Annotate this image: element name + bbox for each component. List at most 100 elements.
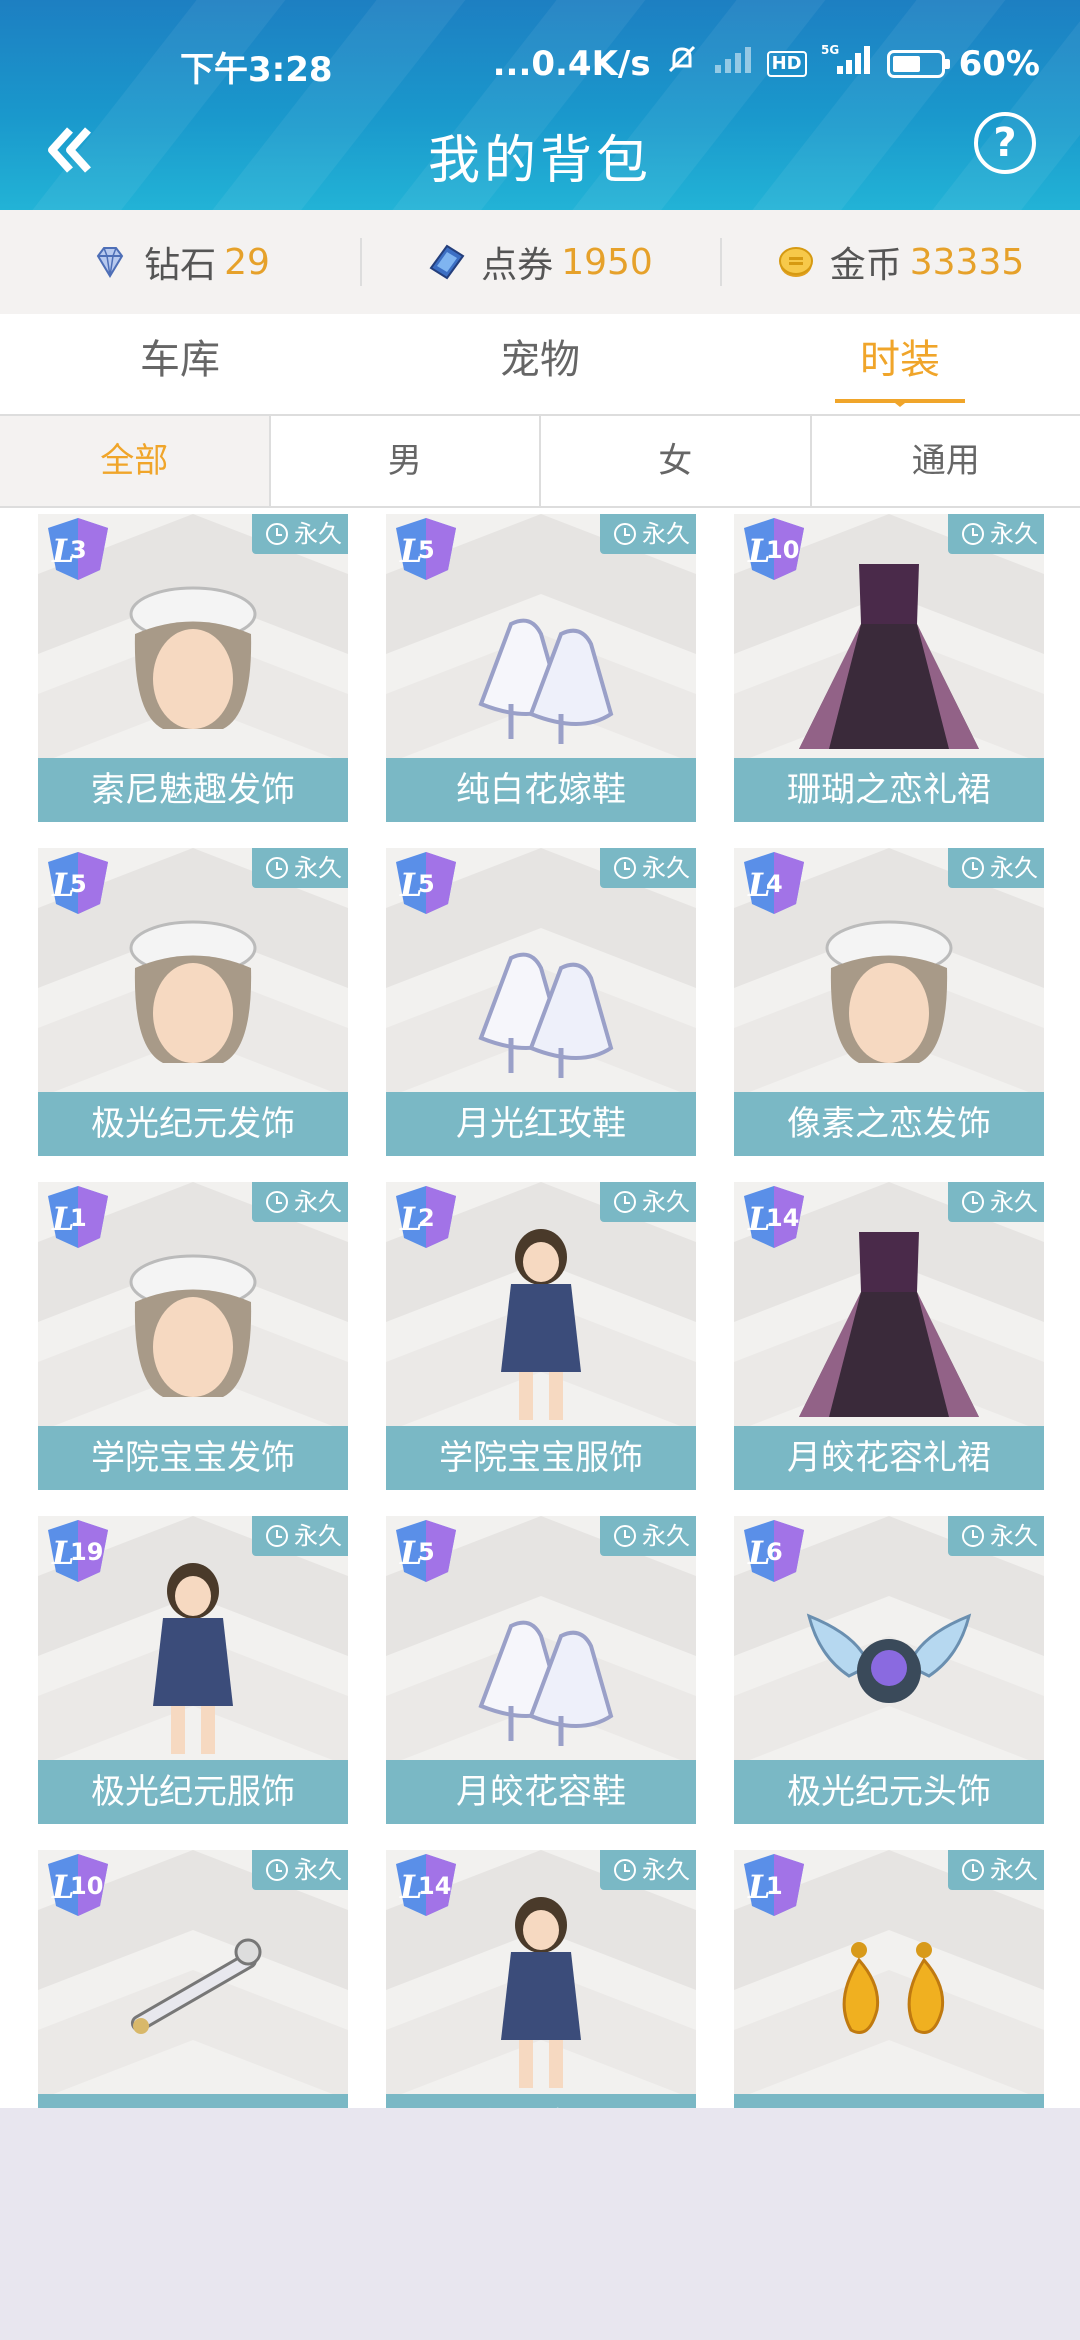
currency-coupon: 点券 1950 [360,210,720,314]
battery-icon [886,49,950,78]
item-name: 极光纪元服饰 [38,1760,348,1824]
item-card[interactable]: L 2 永久 学院宝宝服饰 [386,1182,696,1490]
gold-coin-icon [778,247,813,277]
duration-label: 永久 [990,1188,1038,1216]
network-speed: ...0.4K/s [492,43,651,84]
item-card[interactable]: L 5 永久 纯白花嫁鞋 [386,514,696,822]
item-card[interactable]: L 5 永久 月光红玫鞋 [386,848,696,1156]
clock-icon [614,1191,636,1213]
filter-male[interactable]: 男 [270,416,541,508]
level-number: 5 [418,1538,435,1566]
item-name: 月皎花容礼裙 [734,1426,1044,1490]
shoes-thumbnail [478,952,614,1078]
tab-pets[interactable]: 宠物 [360,314,720,414]
clock-icon [962,1525,984,1547]
duration-badge: 永久 [600,1850,696,1890]
clock-icon [962,1191,984,1213]
item-card[interactable]: L 14 永久 月皎花容礼裙 [734,1182,1044,1490]
category-tabs: 车库 宠物 时装 [0,314,1080,416]
item-name: 极光纪元头饰 [734,1760,1044,1824]
duration-badge: 永久 [948,1516,1044,1556]
gender-filter: 全部 男 女 通用 [0,416,1080,508]
duration-label: 永久 [294,1856,342,1884]
clock-icon [614,857,636,879]
tab-garage[interactable]: 车库 [0,314,360,414]
item-grid-area[interactable]: L 3 永久 索尼魅趣发饰 L 5 永久 纯白花嫁鞋 L 10 永久 珊瑚之恋礼… [0,508,1080,2108]
mute-bell-icon [665,42,699,85]
level-number: 4 [766,870,783,898]
item-card[interactable]: L 14 永久 流金舞宴服饰 [386,1850,696,2108]
status-icons: ...0.4K/s HD 5G 60% [493,42,1040,85]
duration-label: 永久 [642,1188,690,1216]
item-card[interactable]: L 6 永久 极光纪元头饰 [734,1516,1044,1824]
item-name: 学院宝宝服饰 [386,1426,696,1490]
duration-label: 永久 [294,1188,342,1216]
duration-badge: 永久 [252,1182,348,1222]
tab-fashion[interactable]: 时装 [720,314,1080,414]
duration-label: 永久 [642,520,690,548]
svg-text:5G: 5G [821,43,839,57]
clock-icon [266,857,288,879]
currency-label: 金币 [829,245,902,286]
filter-all[interactable]: 全部 [0,416,271,508]
item-card[interactable]: L 4 永久 像素之恋发饰 [734,848,1044,1156]
clock-icon [266,1525,288,1547]
item-name: 潮流耳坠 [734,2094,1044,2108]
duration-badge: 永久 [600,1516,696,1556]
item-name: 黑曜自蔷薇 [38,2094,348,2108]
duration-label: 永久 [294,854,342,882]
currency-value: 33335 [909,241,1025,283]
filter-universal[interactable]: 通用 [811,416,1080,508]
item-card[interactable]: L 5 永久 月皎花容鞋 [386,1516,696,1824]
hair-thumbnail [129,586,257,729]
hair-thumbnail [129,1254,257,1397]
headpiece-thumbnail [806,1613,972,1703]
item-name: 流金舞宴服饰 [386,2094,696,2108]
help-button[interactable]: ? [974,112,1036,174]
duration-badge: 永久 [600,848,696,888]
signal-strength-icon: 5G [821,42,873,85]
question-icon: ? [993,120,1017,166]
duration-badge: 永久 [252,848,348,888]
diamond-icon [96,247,124,278]
level-number: 1 [766,1872,783,1900]
duration-label: 永久 [294,1522,342,1550]
shoes-thumbnail [478,618,614,744]
currency-value: 29 [224,241,270,283]
figure-thumbnail [501,1229,581,1420]
clock-icon [962,857,984,879]
item-grid: L 3 永久 索尼魅趣发饰 L 5 永久 纯白花嫁鞋 L 10 永久 珊瑚之恋礼… [38,514,1068,2108]
duration-label: 永久 [990,854,1038,882]
signal-weak-icon [713,44,753,84]
clock-icon [266,1191,288,1213]
clock-icon [266,1859,288,1881]
item-card[interactable]: L 3 永久 索尼魅趣发饰 [38,514,348,822]
battery-percent: 60% [958,43,1040,84]
level-number: 5 [418,870,435,898]
item-card[interactable]: L 19 永久 极光纪元服饰 [38,1516,348,1824]
duration-badge: 永久 [948,514,1044,554]
duration-badge: 永久 [600,514,696,554]
header-bar: 下午3:28 ...0.4K/s HD 5G 60% 我的背包 ? [0,0,1080,210]
duration-label: 永久 [642,854,690,882]
clock-icon [614,523,636,545]
level-number: 1 [70,1204,87,1232]
item-card[interactable]: L 1 永久 潮流耳坠 [734,1850,1044,2108]
item-card[interactable]: L 10 永久 黑曜自蔷薇 [38,1850,348,2108]
duration-badge: 永久 [252,1516,348,1556]
item-name: 索尼魅趣发饰 [38,758,348,822]
duration-badge: 永久 [600,1182,696,1222]
level-number: 5 [418,536,435,564]
item-name: 月皎花容鞋 [386,1760,696,1824]
tab-label: 时装 [860,337,940,383]
currency-gold: 金币 33335 [720,210,1080,314]
filter-female[interactable]: 女 [541,416,812,508]
duration-label: 永久 [990,520,1038,548]
item-card[interactable]: L 5 永久 极光纪元发饰 [38,848,348,1156]
item-card[interactable]: L 10 永久 珊瑚之恋礼裙 [734,514,1044,822]
figure-thumbnail [153,1563,233,1754]
duration-badge: 永久 [252,514,348,554]
active-tab-indicator [835,399,965,407]
item-card[interactable]: L 1 永久 学院宝宝发饰 [38,1182,348,1490]
currency-label: 点券 [481,245,554,286]
